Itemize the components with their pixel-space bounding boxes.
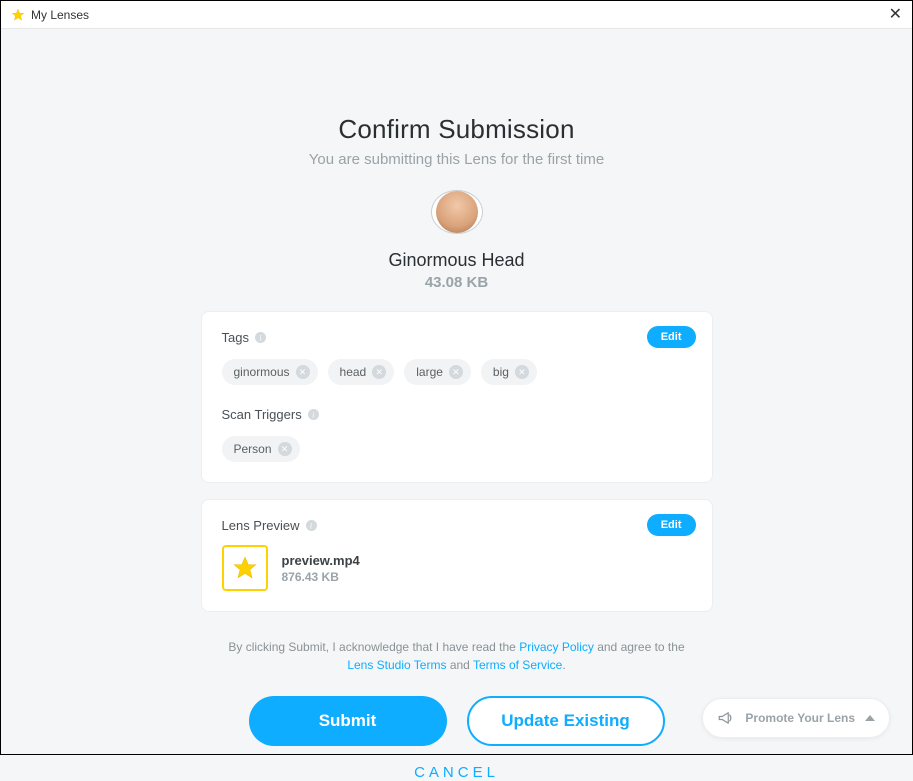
preview-filename: preview.mp4: [282, 553, 360, 568]
terms-of-service-link[interactable]: Terms of Service: [473, 658, 562, 672]
legal-prefix: By clicking Submit, I acknowledge that I…: [228, 640, 519, 654]
button-row: Submit Update Existing: [249, 696, 665, 746]
scan-triggers-row: Person ✕: [222, 436, 692, 462]
tag-text: big: [493, 365, 509, 379]
promote-lens-button[interactable]: Promote Your Lens: [702, 698, 890, 738]
page-title: Confirm Submission: [338, 114, 574, 145]
tag-text: head: [340, 365, 367, 379]
chevron-up-icon: [865, 715, 875, 721]
update-existing-button[interactable]: Update Existing: [467, 696, 665, 746]
lens-studio-terms-link[interactable]: Lens Studio Terms: [347, 658, 446, 672]
trigger-chip: Person ✕: [222, 436, 300, 462]
tag-text: ginormous: [234, 365, 290, 379]
remove-tag-icon[interactable]: ✕: [296, 365, 310, 379]
promote-label: Promote Your Lens: [745, 711, 855, 725]
lens-name: Ginormous Head: [388, 250, 524, 271]
megaphone-icon: [717, 709, 735, 727]
tags-card: Edit Tags ginormous ✕ head ✕ large ✕ big…: [201, 311, 713, 483]
preview-label: Lens Preview: [222, 518, 692, 533]
tag-text: large: [416, 365, 443, 379]
preview-label-text: Lens Preview: [222, 518, 300, 533]
close-icon[interactable]: ✕: [889, 7, 902, 23]
remove-tag-icon[interactable]: ✕: [449, 365, 463, 379]
lens-avatar: [431, 190, 483, 234]
app-icon: [11, 8, 25, 22]
tag-chip: head ✕: [328, 359, 395, 385]
tags-row: ginormous ✕ head ✕ large ✕ big ✕: [222, 359, 692, 385]
tag-chip: large ✕: [404, 359, 471, 385]
remove-tag-icon[interactable]: ✕: [515, 365, 529, 379]
star-icon: [232, 555, 258, 581]
legal-suffix: .: [562, 658, 565, 672]
preview-row: preview.mp4 876.43 KB: [222, 545, 692, 591]
edit-tags-button[interactable]: Edit: [647, 326, 696, 348]
legal-mid2: and: [446, 658, 472, 672]
remove-tag-icon[interactable]: ✕: [372, 365, 386, 379]
avatar-image: [436, 191, 478, 233]
submit-button[interactable]: Submit: [249, 696, 447, 746]
info-icon[interactable]: [306, 520, 317, 531]
preview-thumbnail[interactable]: [222, 545, 268, 591]
scan-triggers-label-text: Scan Triggers: [222, 407, 302, 422]
cancel-button[interactable]: CANCEL: [414, 764, 499, 781]
privacy-policy-link[interactable]: Privacy Policy: [519, 640, 594, 654]
tag-chip: big ✕: [481, 359, 537, 385]
legal-text: By clicking Submit, I acknowledge that I…: [201, 638, 713, 674]
edit-preview-button[interactable]: Edit: [647, 514, 696, 536]
scan-triggers-label: Scan Triggers: [222, 407, 692, 422]
page-subtitle: You are submitting this Lens for the fir…: [309, 151, 604, 168]
window-title: My Lenses: [31, 8, 89, 22]
remove-trigger-icon[interactable]: ✕: [278, 442, 292, 456]
tag-chip: ginormous ✕: [222, 359, 318, 385]
tags-label-text: Tags: [222, 330, 249, 345]
trigger-text: Person: [234, 442, 272, 456]
preview-card: Edit Lens Preview preview.mp4 876.43 KB: [201, 499, 713, 612]
lens-size: 43.08 KB: [425, 274, 488, 291]
tags-label: Tags: [222, 330, 692, 345]
main-content: Confirm Submission You are submitting th…: [1, 29, 912, 754]
legal-mid1: and agree to the: [594, 640, 685, 654]
info-icon[interactable]: [308, 409, 319, 420]
preview-filesize: 876.43 KB: [282, 570, 360, 584]
title-bar: My Lenses ✕: [1, 1, 912, 29]
info-icon[interactable]: [255, 332, 266, 343]
